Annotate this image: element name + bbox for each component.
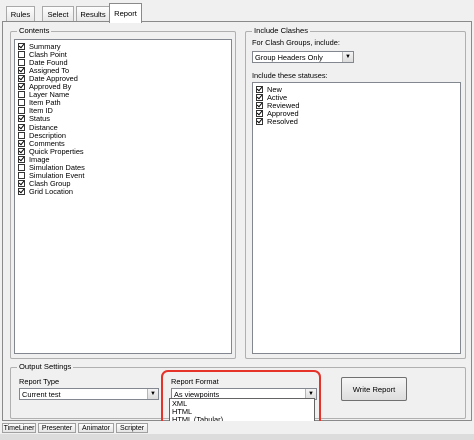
checkbox[interactable]	[18, 91, 25, 99]
statuses-label: Include these statuses:	[252, 71, 328, 80]
checkbox-row[interactable]: Grid Location	[18, 187, 73, 197]
checkbox[interactable]	[18, 123, 25, 131]
checkbox[interactable]	[18, 83, 25, 90]
checkbox-label: Grid Location	[29, 187, 73, 197]
tab-label: Presenter	[41, 424, 73, 432]
checkbox[interactable]	[18, 155, 25, 163]
chevron-down-icon: ▼	[147, 389, 158, 399]
tab-label: Rules	[10, 10, 31, 19]
tab-label: Animator	[81, 424, 110, 432]
checkbox[interactable]	[18, 180, 25, 188]
checkbox-row[interactable]: Quick Properties	[18, 147, 84, 156]
checkbox[interactable]	[18, 147, 25, 155]
checkbox[interactable]	[18, 131, 25, 139]
checkbox[interactable]	[18, 50, 25, 58]
checkbox-label: Resolved	[267, 116, 298, 126]
tab-label: Select	[47, 10, 69, 19]
contents-group: Contents Summary Clash Point Date Found Ass…	[10, 26, 236, 359]
tab-label: Results	[80, 10, 106, 19]
write-report-label: Write Report	[352, 384, 396, 394]
checkbox[interactable]	[18, 42, 25, 50]
include-clashes-group: Include Clashes For Clash Groups, includ…	[245, 26, 466, 359]
tab-select[interactable]: Select	[42, 6, 74, 22]
checkbox-row[interactable]: Resolved	[256, 116, 298, 126]
report-type-value: Current test	[22, 389, 61, 399]
contents-title: Contents	[17, 26, 52, 35]
checkbox[interactable]	[18, 164, 25, 171]
tab-timeliner[interactable]: TimeLiner	[2, 423, 36, 433]
write-report-button[interactable]: Write Report	[341, 377, 407, 401]
checkbox[interactable]	[256, 117, 263, 125]
checkbox[interactable]	[18, 107, 25, 115]
checkbox[interactable]	[18, 172, 25, 180]
checkbox[interactable]	[18, 66, 25, 74]
checkbox[interactable]	[18, 139, 25, 147]
tab-strip: Rules Select Results Report	[2, 3, 472, 23]
checkbox[interactable]	[18, 58, 25, 66]
report-panel: Contents Summary Clash Point Date Found Ass…	[2, 21, 472, 421]
tab-label: Scripter	[119, 424, 145, 432]
include-clashes-title: Include Clashes	[252, 26, 311, 35]
clash-groups-label: For Clash Groups, include:	[252, 38, 340, 47]
clash-groups-value: Group Headers Only	[255, 52, 323, 62]
clash-groups-select[interactable]: Group Headers Only ▼	[252, 51, 354, 63]
output-settings-title: Output Settings	[17, 362, 74, 371]
tab-presenter[interactable]: Presenter	[38, 423, 76, 433]
checkbox[interactable]	[18, 115, 25, 123]
contents-list[interactable]: Summary Clash Point Date Found Assigned To D…	[14, 39, 232, 354]
statuses-list[interactable]: New Active Reviewed Approved Resolved	[252, 82, 461, 354]
checkbox[interactable]	[18, 188, 25, 196]
status-strip	[0, 434, 474, 440]
checkbox[interactable]	[256, 93, 263, 101]
report-type-label: Report Type	[19, 377, 60, 386]
tab-results[interactable]: Results	[76, 6, 110, 22]
report-type-select[interactable]: Current test ▼	[19, 388, 159, 400]
checkbox[interactable]	[256, 109, 263, 117]
tab-label: TimeLiner	[3, 424, 35, 432]
checkbox[interactable]	[256, 85, 263, 93]
tab-scripter[interactable]: Scripter	[116, 423, 148, 433]
checkbox[interactable]	[256, 101, 263, 109]
tab-animator[interactable]: Animator	[78, 423, 114, 433]
checkbox[interactable]	[18, 74, 25, 82]
tab-rules[interactable]: Rules	[6, 6, 35, 22]
tab-report[interactable]: Report	[109, 3, 142, 23]
tab-label: Report	[114, 9, 137, 18]
checkbox[interactable]	[18, 99, 25, 107]
chevron-down-icon: ▼	[342, 52, 353, 62]
